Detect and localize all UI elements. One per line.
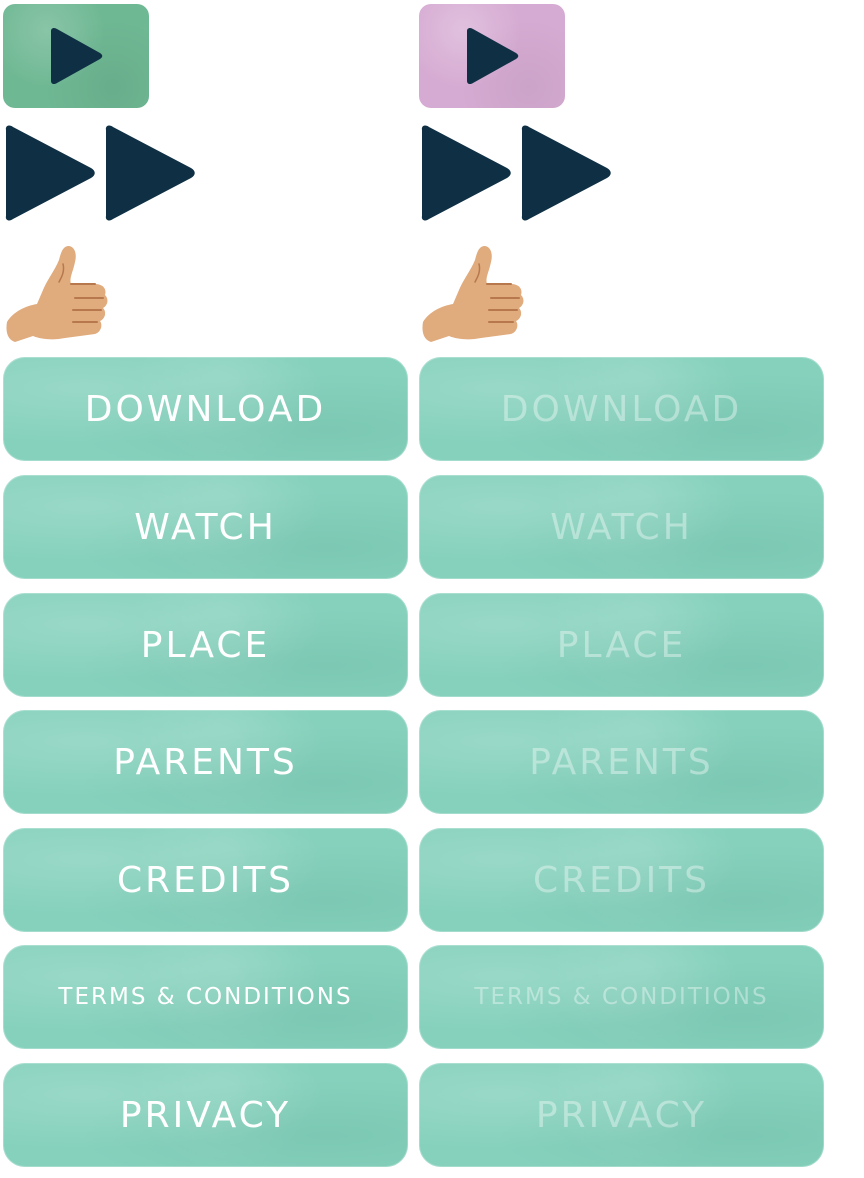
terms-conditions-button-label: TERMS & CONDITIONS [474, 984, 769, 1010]
credits-button-label: CREDITS [532, 859, 711, 901]
play-button-pink[interactable] [419, 4, 565, 108]
download-button[interactable]: DOWNLOAD [3, 357, 408, 461]
privacy-button-label: PRIVACY [119, 1094, 292, 1136]
place-button-label: PLACE [556, 624, 687, 666]
terms-conditions-button-pressed[interactable]: TERMS & CONDITIONS [419, 945, 824, 1049]
terms-conditions-button-label: TERMS & CONDITIONS [58, 984, 353, 1010]
parents-button-label: PARENTS [113, 741, 298, 783]
fast-forward-button[interactable] [3, 124, 197, 222]
place-button[interactable]: PLACE [3, 593, 408, 697]
download-button-label: DOWNLOAD [500, 388, 743, 430]
parents-button-label: PARENTS [529, 741, 714, 783]
download-button-pressed[interactable]: DOWNLOAD [419, 357, 824, 461]
watch-button-label: WATCH [134, 506, 277, 548]
fast-forward-button-alt[interactable] [419, 124, 613, 222]
place-button-label: PLACE [140, 624, 271, 666]
play-button-green[interactable] [3, 4, 149, 108]
parents-button[interactable]: PARENTS [3, 710, 408, 814]
watch-button-label: WATCH [550, 506, 693, 548]
credits-button[interactable]: CREDITS [3, 828, 408, 932]
thumbs-up-icon [422, 246, 524, 342]
download-button-label: DOWNLOAD [84, 388, 327, 430]
fast-forward-icon [421, 125, 611, 221]
watch-button[interactable]: WATCH [3, 475, 408, 579]
thumbs-up-button-alt[interactable] [419, 242, 527, 346]
play-icon [467, 27, 519, 85]
fast-forward-icon [5, 125, 195, 221]
play-icon [51, 27, 103, 85]
privacy-button[interactable]: PRIVACY [3, 1063, 408, 1167]
thumbs-up-button[interactable] [3, 242, 111, 346]
thumbs-up-icon [6, 246, 108, 342]
left-asset-column: DOWNLOAD WATCH PLACE PARENTS CREDITS TER… [3, 0, 411, 1178]
place-button-pressed[interactable]: PLACE [419, 593, 824, 697]
terms-conditions-button[interactable]: TERMS & CONDITIONS [3, 945, 408, 1049]
credits-button-label: CREDITS [116, 859, 295, 901]
credits-button-pressed[interactable]: CREDITS [419, 828, 824, 932]
privacy-button-label: PRIVACY [535, 1094, 708, 1136]
right-asset-column: DOWNLOAD WATCH PLACE PARENTS CREDITS TER… [419, 0, 827, 1178]
parents-button-pressed[interactable]: PARENTS [419, 710, 824, 814]
watch-button-pressed[interactable]: WATCH [419, 475, 824, 579]
privacy-button-pressed[interactable]: PRIVACY [419, 1063, 824, 1167]
